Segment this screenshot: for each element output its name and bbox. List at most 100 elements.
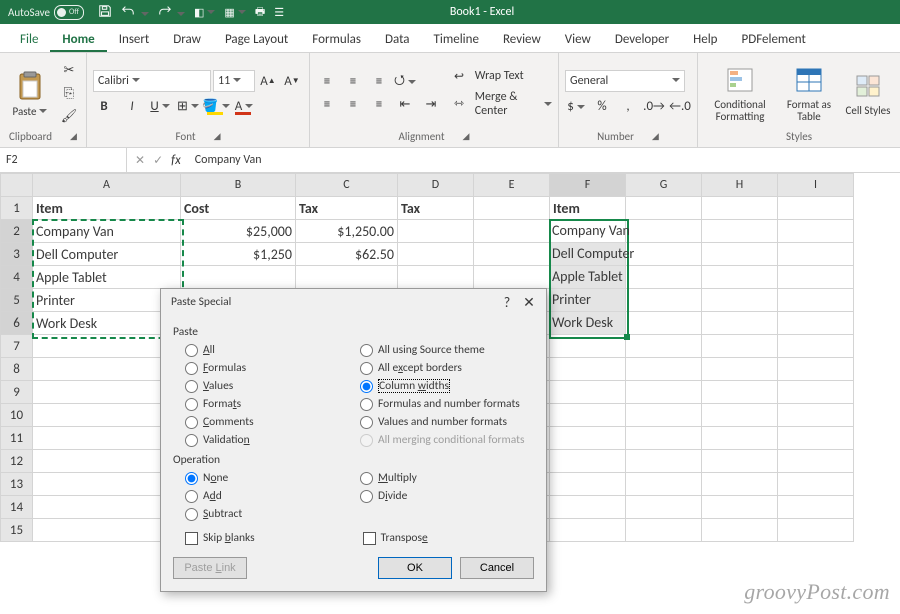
orientation-icon[interactable]: ⭯ xyxy=(394,72,416,92)
cell[interactable] xyxy=(550,243,626,266)
cell[interactable] xyxy=(778,197,854,220)
decrease-decimal-icon[interactable]: ←.0 xyxy=(669,97,691,117)
row-header-11[interactable]: 11 xyxy=(1,427,33,450)
row-header-4[interactable]: 4 xyxy=(1,266,33,289)
indent-decrease-icon[interactable]: ⇤ xyxy=(394,95,416,115)
tab-view[interactable]: View xyxy=(553,28,603,52)
col-header-C[interactable]: C xyxy=(296,174,398,197)
cut-icon[interactable]: ✂ xyxy=(58,60,80,80)
cell[interactable] xyxy=(296,266,398,289)
formula-input[interactable]: Company Van xyxy=(189,153,900,167)
radio-valnum[interactable]: Values and number formats xyxy=(360,415,525,429)
row-header-7[interactable]: 7 xyxy=(1,335,33,358)
tab-insert[interactable]: Insert xyxy=(107,28,162,52)
cell[interactable]: Printer xyxy=(33,289,181,312)
clipboard-launcher[interactable]: ◢ xyxy=(70,132,77,141)
radio-formulas[interactable]: Formulas xyxy=(185,361,360,375)
undo-icon[interactable] xyxy=(121,4,149,21)
cell[interactable] xyxy=(626,266,702,289)
align-right-icon[interactable]: ≡ xyxy=(368,95,390,115)
align-bottom-icon[interactable]: ≡ xyxy=(368,72,390,92)
cell[interactable] xyxy=(778,312,854,335)
row-header-13[interactable]: 13 xyxy=(1,473,33,496)
select-all-corner[interactable] xyxy=(1,174,33,197)
tab-draw[interactable]: Draw xyxy=(161,28,213,52)
row-header-5[interactable]: 5 xyxy=(1,289,33,312)
cell-styles-button[interactable]: Cell Styles xyxy=(842,69,894,117)
cell[interactable] xyxy=(778,266,854,289)
cell[interactable] xyxy=(778,243,854,266)
cell[interactable] xyxy=(474,220,550,243)
cell[interactable]: Item xyxy=(33,197,181,220)
cell[interactable] xyxy=(702,289,778,312)
close-icon[interactable]: ✕ xyxy=(518,294,540,311)
redo-icon[interactable] xyxy=(158,4,186,21)
save-icon[interactable] xyxy=(98,4,112,21)
format-painter-icon[interactable]: 🖌 xyxy=(58,106,80,126)
cell[interactable]: Company Van xyxy=(33,220,181,243)
bold-button[interactable]: B xyxy=(93,96,115,116)
cell[interactable] xyxy=(702,220,778,243)
radio-formats[interactable]: Formats xyxy=(185,397,360,411)
cell[interactable]: $62.50 xyxy=(296,243,398,266)
col-header-B[interactable]: B xyxy=(181,174,296,197)
copy-icon[interactable]: ⎘ xyxy=(58,83,80,103)
comma-button[interactable]: , xyxy=(617,97,639,117)
qat-icon-3[interactable]: 🖶 xyxy=(255,3,265,22)
row-header-3[interactable]: 3 xyxy=(1,243,33,266)
cell[interactable] xyxy=(702,243,778,266)
radio-widths[interactable]: Column widths xyxy=(360,379,525,393)
cell[interactable] xyxy=(626,312,702,335)
fx-icon[interactable]: fx xyxy=(171,153,181,168)
tab-home[interactable]: Home xyxy=(50,28,106,52)
cell[interactable]: $1,250.00 xyxy=(296,220,398,243)
cell[interactable]: Item xyxy=(550,197,626,220)
cell[interactable] xyxy=(626,289,702,312)
transpose-checkbox[interactable]: Transpose xyxy=(363,531,428,545)
col-header-F[interactable]: F xyxy=(550,174,626,197)
cell[interactable] xyxy=(550,312,626,335)
conditional-formatting-button[interactable]: Conditional Formatting xyxy=(704,63,776,123)
increase-font-icon[interactable]: A▲ xyxy=(257,71,279,91)
cell[interactable]: Cost xyxy=(181,197,296,220)
qat-icon-4[interactable]: ☰ xyxy=(274,6,284,19)
cancel-button[interactable]: Cancel xyxy=(460,557,534,579)
radio-subtract[interactable]: Subtract xyxy=(185,507,360,521)
radio-theme[interactable]: All using Source theme xyxy=(360,343,525,357)
tab-developer[interactable]: Developer xyxy=(603,28,681,52)
cell[interactable]: Dell Computer xyxy=(33,243,181,266)
skip-blanks-checkbox[interactable]: Skip blanks xyxy=(185,531,255,545)
row-header-14[interactable]: 14 xyxy=(1,496,33,519)
radio-all[interactable]: All xyxy=(185,343,360,357)
wrap-text-button[interactable]: ↩ Wrap Text xyxy=(454,69,552,84)
row-header-9[interactable]: 9 xyxy=(1,381,33,404)
ok-button[interactable]: OK xyxy=(378,557,452,579)
cell[interactable]: Tax xyxy=(296,197,398,220)
row-header-1[interactable]: 1 xyxy=(1,197,33,220)
indent-increase-icon[interactable]: ⇥ xyxy=(420,95,442,115)
cell[interactable] xyxy=(702,312,778,335)
number-launcher[interactable]: ◢ xyxy=(652,132,659,141)
font-name-dropdown[interactable]: Calibri xyxy=(93,70,211,92)
cell[interactable] xyxy=(474,243,550,266)
cell[interactable]: $1,250 xyxy=(181,243,296,266)
cell[interactable] xyxy=(778,289,854,312)
currency-button[interactable]: $ xyxy=(565,97,587,117)
merge-center-button[interactable]: ⇿ Merge & Center xyxy=(454,90,552,118)
italic-button[interactable]: I xyxy=(121,96,143,116)
decrease-font-icon[interactable]: A▼ xyxy=(281,71,303,91)
radio-divide[interactable]: Divide xyxy=(360,489,417,503)
cell[interactable] xyxy=(474,266,550,289)
help-button[interactable]: ? xyxy=(496,294,518,311)
increase-decimal-icon[interactable]: .0→ xyxy=(643,97,665,117)
cell[interactable] xyxy=(474,197,550,220)
tab-data[interactable]: Data xyxy=(373,28,422,52)
underline-button[interactable]: U xyxy=(149,96,171,116)
cell[interactable] xyxy=(398,220,474,243)
cancel-formula-icon[interactable]: ✕ xyxy=(135,153,145,168)
tab-pdfelement[interactable]: PDFelement xyxy=(730,28,818,52)
tab-review[interactable]: Review xyxy=(491,28,553,52)
radio-borders[interactable]: All except borders xyxy=(360,361,525,375)
cell[interactable]: $25,000 xyxy=(181,220,296,243)
col-header-I[interactable]: I xyxy=(778,174,854,197)
